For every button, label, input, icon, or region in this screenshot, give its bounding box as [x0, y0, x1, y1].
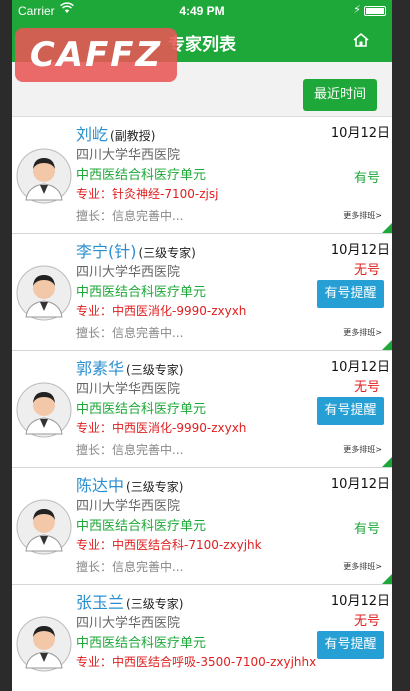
corner-marker [382, 574, 392, 584]
name-line: 刘屹 (副教授) [76, 121, 155, 145]
corner-marker [382, 223, 392, 233]
corner-marker [382, 340, 392, 350]
doctor-name[interactable]: 张玉兰 [76, 593, 124, 612]
schedule-date: 10月12日 [330, 126, 390, 141]
doctor-avatar-icon [16, 616, 72, 672]
name-line: 李宁(针) (三级专家) [76, 238, 196, 262]
department-name: 中西医结合科医疗单元 [76, 168, 207, 183]
specialty: 专业：中西医消化-9990-zxyxh [76, 304, 247, 318]
availability-reminder-button[interactable]: 有号提醒 [317, 397, 384, 425]
doctor-card[interactable]: 刘屹 (副教授) 四川大学华西医院 中西医结合科医疗单元 专业：针灸神经-7100… [12, 117, 392, 234]
availability-status: 无号 [353, 263, 380, 278]
department-name: 中西医结合科医疗单元 [76, 636, 207, 651]
schedule-date: 10月12日 [330, 360, 390, 375]
availability-status: 有号 [353, 522, 380, 537]
doctor-avatar-icon [16, 382, 72, 438]
charging-icon: ⚡ [353, 3, 361, 16]
name-line: 张玉兰 (三级专家) [76, 589, 183, 613]
app-screen: Carrier 4:49 PM ⚡ 专家列表 CAFFZ 最近时间 刘屹 (副教… [12, 0, 392, 691]
hospital-name: 四川大学华西医院 [76, 499, 181, 514]
department-name: 中西医结合科医疗单元 [76, 285, 207, 300]
name-line: 陈达中 (三级专家) [76, 472, 183, 496]
expertise: 擅长：信息完善中... [76, 209, 184, 223]
expertise: 擅长：信息完善中... [76, 326, 184, 340]
doctor-name[interactable]: 陈达中 [76, 476, 124, 495]
doctor-card[interactable]: 张玉兰 (三级专家) 四川大学华西医院 中西医结合科医疗单元 专业：中西医结合呼吸… [12, 585, 392, 691]
name-line: 郭素华 (三级专家) [76, 355, 183, 379]
doctor-name[interactable]: 李宁(针) [76, 242, 137, 261]
doctor-title: (三级专家) [126, 480, 184, 494]
doctor-name[interactable]: 郭素华 [76, 359, 124, 378]
availability-status: 无号 [353, 380, 380, 395]
doctor-avatar-icon [16, 499, 72, 555]
recent-time-button[interactable]: 最近时间 [303, 79, 377, 111]
availability-reminder-button[interactable]: 有号提醒 [317, 631, 384, 659]
doctor-title: (副教授) [110, 129, 156, 143]
more-schedule-link[interactable]: 更多排班> [343, 444, 382, 455]
specialty: 专业：针灸神经-7100-zjsj [76, 187, 219, 201]
schedule-date: 10月12日 [330, 243, 390, 258]
doctor-name[interactable]: 刘屹 [76, 125, 108, 144]
department-name: 中西医结合科医疗单元 [76, 402, 207, 417]
hospital-name: 四川大学华西医院 [76, 382, 181, 397]
corner-marker [382, 457, 392, 467]
home-icon[interactable] [352, 32, 370, 48]
battery-icon [364, 6, 386, 16]
doctor-title: (三级专家) [126, 363, 184, 377]
doctor-title: (三级专家) [138, 246, 196, 260]
doctor-avatar-icon [16, 265, 72, 321]
doctor-card[interactable]: 陈达中 (三级专家) 四川大学华西医院 中西医结合科医疗单元 专业：中西医结合科-… [12, 468, 392, 585]
watermark-logo: CAFFZ [15, 28, 177, 82]
doctor-avatar-icon [16, 148, 72, 204]
availability-status: 有号 [353, 171, 380, 186]
availability-status: 无号 [353, 614, 380, 629]
more-schedule-link[interactable]: 更多排班> [343, 327, 382, 338]
doctor-card[interactable]: 李宁(针) (三级专家) 四川大学华西医院 中西医结合科医疗单元 专业：中西医消化… [12, 234, 392, 351]
doctor-card[interactable]: 郭素华 (三级专家) 四川大学华西医院 中西医结合科医疗单元 专业：中西医消化-9… [12, 351, 392, 468]
more-schedule-link[interactable]: 更多排班> [343, 210, 382, 221]
more-schedule-link[interactable]: 更多排班> [343, 561, 382, 572]
specialty: 专业：中西医消化-9990-zxyxh [76, 421, 247, 435]
doctor-title: (三级专家) [126, 597, 184, 611]
hospital-name: 四川大学华西医院 [76, 148, 181, 163]
hospital-name: 四川大学华西医院 [76, 265, 181, 280]
availability-reminder-button[interactable]: 有号提醒 [317, 280, 384, 308]
department-name: 中西医结合科医疗单元 [76, 519, 207, 534]
hospital-name: 四川大学华西医院 [76, 616, 181, 631]
specialty: 专业：中西医结合呼吸-3500-7100-zxyjhhx [76, 655, 317, 669]
expertise: 擅长：信息完善中... [76, 560, 184, 574]
specialty: 专业：中西医结合科-7100-zxyjhk [76, 538, 262, 552]
status-bar: Carrier 4:49 PM ⚡ [12, 0, 392, 22]
clock: 4:49 PM [179, 4, 225, 18]
schedule-date: 10月12日 [330, 477, 390, 492]
expertise: 擅长：信息完善中... [76, 443, 184, 457]
doctor-list: 刘屹 (副教授) 四川大学华西医院 中西医结合科医疗单元 专业：针灸神经-7100… [12, 117, 392, 691]
schedule-date: 10月12日 [330, 594, 390, 609]
